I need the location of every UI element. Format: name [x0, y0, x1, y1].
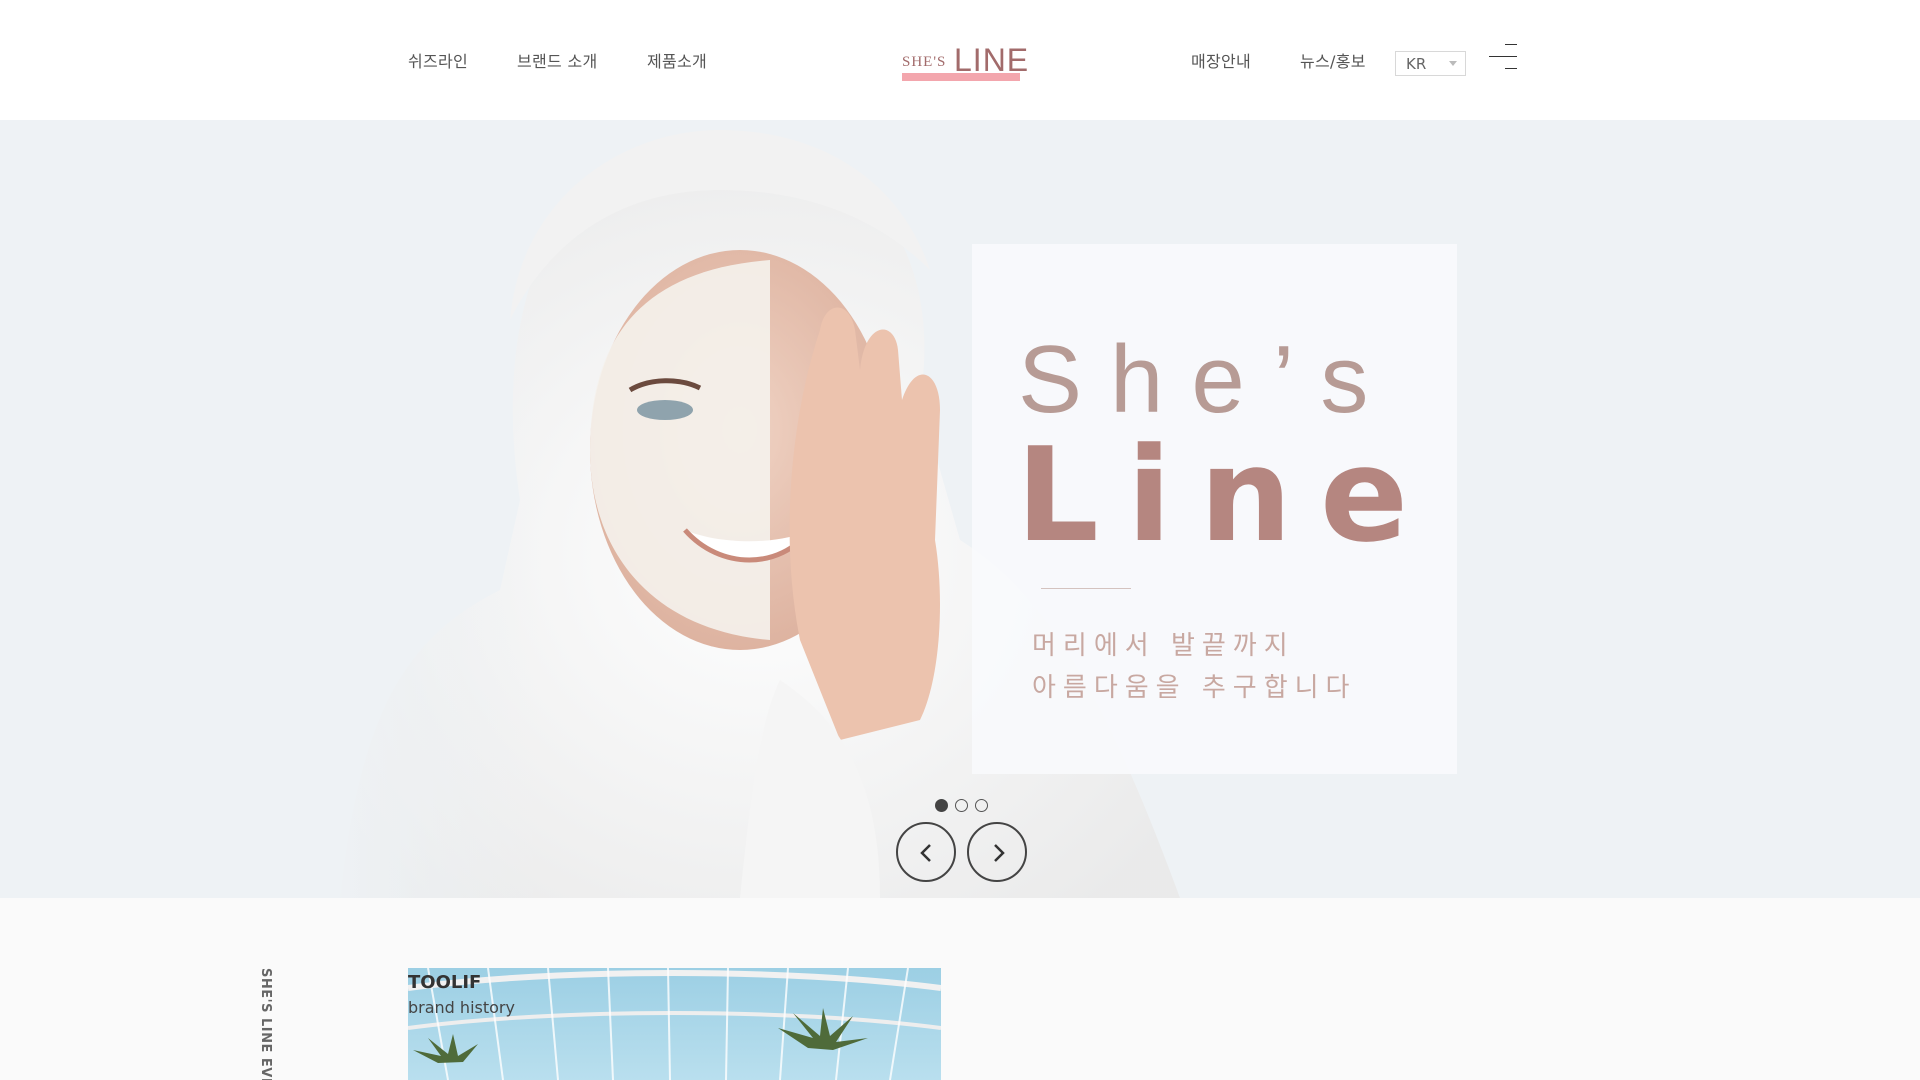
slider-prev-button[interactable]	[896, 822, 956, 882]
logo-line-text: LINE	[954, 42, 1030, 78]
hero-title-bottom: Line	[1016, 419, 1437, 571]
logo[interactable]: SHE'S LINE	[898, 42, 1028, 82]
nav-item-news[interactable]: 뉴스/홍보	[1300, 48, 1366, 72]
card-title: TOOLIF	[408, 972, 482, 993]
page: 쉬즈라인 브랜드 소개 제품소개 SHE'S LINE 매장안내 뉴스/홍보 K…	[0, 0, 1920, 1080]
nav-item-sheesline[interactable]: 쉬즈라인	[408, 48, 468, 72]
chevron-left-icon	[920, 844, 931, 862]
nav-item-brand[interactable]: 브랜드 소개	[517, 48, 598, 72]
nav-item-stores[interactable]: 매장안내	[1191, 48, 1251, 72]
brand-history-card[interactable]	[408, 968, 941, 1080]
language-select[interactable]: KR	[1395, 51, 1466, 76]
hero-slogan-line2: 아름다움을 추구합니다	[1032, 673, 1357, 703]
section-side-label: SHE'S LINE EVEN	[258, 968, 273, 1080]
slider-dot-3[interactable]	[975, 799, 988, 812]
slider-dot-1[interactable]	[935, 799, 948, 812]
card-subtitle: brand history	[408, 998, 515, 1017]
nav-item-products[interactable]: 제품소개	[647, 48, 707, 72]
language-value: KR	[1406, 55, 1427, 73]
chevron-right-icon	[994, 844, 1005, 862]
slider-dot-2[interactable]	[955, 799, 968, 812]
hero-slider: She’s Line 머리에서 발끝까지 아름다움을 추구합니다	[0, 120, 1920, 898]
hero-slogan-line1: 머리에서 발끝까지	[1032, 631, 1295, 661]
hamburger-menu-icon[interactable]	[1489, 44, 1517, 72]
hero-divider	[1041, 588, 1131, 589]
slider-next-button[interactable]	[967, 822, 1027, 882]
hero-title-top: She’s	[1018, 326, 1397, 433]
brand-section	[0, 898, 1920, 1080]
chevron-down-icon	[1449, 61, 1457, 66]
site-header: 쉬즈라인 브랜드 소개 제품소개 SHE'S LINE 매장안내 뉴스/홍보 K…	[0, 0, 1920, 120]
palm-photo	[408, 968, 941, 1080]
logo-she-text: SHE'S	[902, 54, 947, 70]
